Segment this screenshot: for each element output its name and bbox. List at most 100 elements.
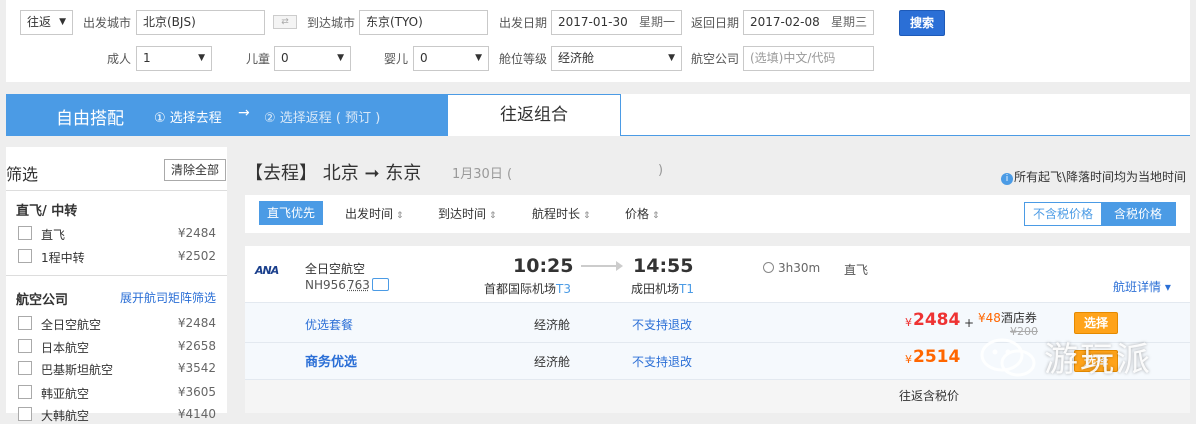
sort-label: 价格 [625, 207, 650, 221]
voucher-currency: ¥ [978, 311, 986, 325]
departure-airport: 首都国际机场T3 [484, 280, 571, 297]
tabbar-filler [621, 94, 1190, 136]
refund-policy[interactable]: 不支持退改 [632, 353, 692, 370]
checkbox[interactable] [18, 361, 32, 375]
arr-city-label: 到达城市 [307, 16, 356, 30]
airline-placeholder: (选填)中文/代码 [750, 51, 836, 65]
sort-updown-icon: ⇕ [489, 211, 497, 221]
infant-select[interactable]: 0 ▼ [413, 46, 489, 71]
hotel-voucher: ¥48酒店券 [978, 309, 1037, 326]
flight-details-link[interactable]: 航班详情 ▾ [1113, 278, 1171, 295]
sort-bar: 直飞优先 出发时间 ⇕ 到达时间 ⇕ 航程时长 ⇕ 价格 ⇕ 不含税价格 含税价格 [245, 195, 1190, 233]
airline-matrix-link[interactable]: 展开航司矩阵筛选 [120, 289, 216, 306]
infant-value: 0 [420, 51, 428, 65]
clock-icon [763, 262, 774, 273]
dep-city-input[interactable]: 北京(BJS) [136, 10, 265, 35]
adult-select[interactable]: 1 ▼ [136, 46, 212, 71]
checkbox[interactable] [18, 226, 32, 240]
mode-tabs: 自由搭配 ① 选择去程 → ② 选择返程 ( 预订 ) 往返组合 [6, 94, 1190, 136]
cabin-select[interactable]: 经济舱 ▼ [551, 46, 682, 71]
cabin-value: 经济舱 [558, 51, 595, 65]
fare-cabin: 经济舱 [534, 355, 571, 369]
filter-sidebar: 筛选 清除全部 直飞/ 中转 直飞 ¥2484 1程中转 ¥2502 航空公司 … [6, 147, 227, 423]
price-excl-tax-button[interactable]: 不含税价格 [1025, 203, 1101, 225]
wechat-logo-icon [980, 338, 1036, 377]
filter-option-price: ¥2484 [177, 226, 216, 240]
price-mode-toggle: 不含税价格 含税价格 [1024, 202, 1176, 226]
checkbox[interactable] [18, 407, 32, 421]
sort-dep-time[interactable]: 出发时间 ⇕ [345, 205, 404, 222]
package-name[interactable]: 优选套餐 [305, 316, 353, 333]
aircraft-type[interactable]: 763 [347, 278, 370, 292]
timezone-note: i 所有起飞\降落时间均为当地时间 [1000, 168, 1186, 185]
arr-city-value: 东京(TYO) [366, 15, 423, 29]
ana-logo: ANA [255, 264, 279, 277]
dep-date-input[interactable]: 2017-01-30 星期一 [551, 10, 682, 35]
chevron-down-icon: ▼ [475, 53, 482, 63]
chevron-down-icon: ▼ [668, 53, 675, 63]
ret-date-label: 返回日期 [691, 16, 740, 30]
filter-option-price: ¥4140 [177, 407, 216, 421]
tab-free-combo[interactable]: 自由搭配 ① 选择去程 → ② 选择返程 ( 预订 ) [6, 94, 447, 136]
checkbox[interactable] [18, 385, 32, 399]
ret-date-input[interactable]: 2017-02-08 星期三 [743, 10, 874, 35]
filter-option-price: ¥3605 [177, 385, 216, 399]
sort-arr-time[interactable]: 到达时间 ⇕ [438, 205, 497, 222]
duration-text: 3h30m [778, 261, 821, 275]
price-incl-tax-button[interactable]: 含税价格 [1101, 203, 1175, 225]
divider [6, 190, 227, 191]
filter-option[interactable]: 全日空航空 ¥2484 [18, 315, 216, 332]
filter-option[interactable]: 韩亚航空 ¥3605 [18, 384, 216, 401]
sort-price[interactable]: 价格 ⇕ [625, 205, 660, 222]
sort-duration[interactable]: 航程时长 ⇕ [532, 205, 591, 222]
dep-weekday: 星期一 [638, 15, 675, 29]
filter-title: 筛选 [6, 165, 39, 184]
round-trip-tax-note: 往返含税价 [899, 389, 960, 403]
trip-type-select[interactable]: 往返 ▼ [20, 10, 73, 35]
airlines-group-title: 航空公司 [16, 293, 69, 308]
package-name[interactable]: 商务优选 [305, 351, 357, 370]
checkbox[interactable] [18, 339, 32, 353]
ret-date-value: 2017-02-08 [750, 15, 820, 29]
sort-updown-icon: ⇕ [396, 211, 404, 221]
search-button[interactable]: 搜索 [899, 10, 945, 36]
chevron-down-icon: ▼ [198, 53, 205, 63]
route-date: 1月30日 ( [452, 167, 513, 182]
filter-option[interactable]: 日本航空 ¥2658 [18, 338, 216, 355]
fare-cabin: 经济舱 [534, 318, 571, 332]
filter-option-label: 大韩航空 [41, 409, 90, 423]
child-label: 儿童 [246, 52, 271, 66]
refund-policy[interactable]: 不支持退改 [632, 316, 692, 333]
checkbox[interactable] [18, 316, 32, 330]
departure-terminal: T3 [556, 282, 571, 296]
filter-option[interactable]: 巴基斯坦航空 ¥3542 [18, 360, 216, 377]
arrow-right-icon [581, 261, 623, 271]
airline-label: 航空公司 [691, 52, 740, 66]
child-select[interactable]: 0 ▼ [274, 46, 351, 71]
trip-type-value: 往返 [27, 15, 52, 29]
chevron-down-icon: ▼ [59, 17, 66, 27]
checkbox[interactable] [18, 249, 32, 263]
voucher-label: 酒店券 [1000, 311, 1037, 325]
departure-time: 10:25 [513, 255, 574, 277]
filter-option-label: 韩亚航空 [41, 387, 90, 401]
sort-label: 到达时间 [438, 207, 487, 221]
info-icon: i [1000, 173, 1013, 185]
ret-weekday: 星期三 [830, 15, 867, 29]
flight-number: NH956 [305, 278, 346, 292]
airline-input[interactable]: (选填)中文/代码 [743, 46, 874, 71]
child-value: 0 [281, 51, 289, 65]
filter-option[interactable]: 大韩航空 ¥4140 [18, 406, 216, 423]
arr-city-input[interactable]: 东京(TYO) [359, 10, 488, 35]
filter-option[interactable]: 直飞 ¥2484 [18, 225, 216, 242]
currency-symbol: ¥ [905, 316, 912, 329]
tab-round-trip-combo[interactable]: 往返组合 [447, 94, 621, 136]
step-arrow-icon: → [238, 105, 250, 121]
filter-option-price: ¥2658 [177, 339, 216, 353]
adult-label: 成人 [107, 52, 132, 66]
voucher-amount: 48 [985, 311, 1001, 325]
filter-option[interactable]: 1程中转 ¥2502 [18, 248, 216, 265]
sort-direct-first[interactable]: 直飞优先 [259, 201, 323, 225]
swap-cities-icon[interactable]: ⇄ [273, 15, 297, 29]
clear-all-button[interactable]: 清除全部 [164, 159, 226, 181]
